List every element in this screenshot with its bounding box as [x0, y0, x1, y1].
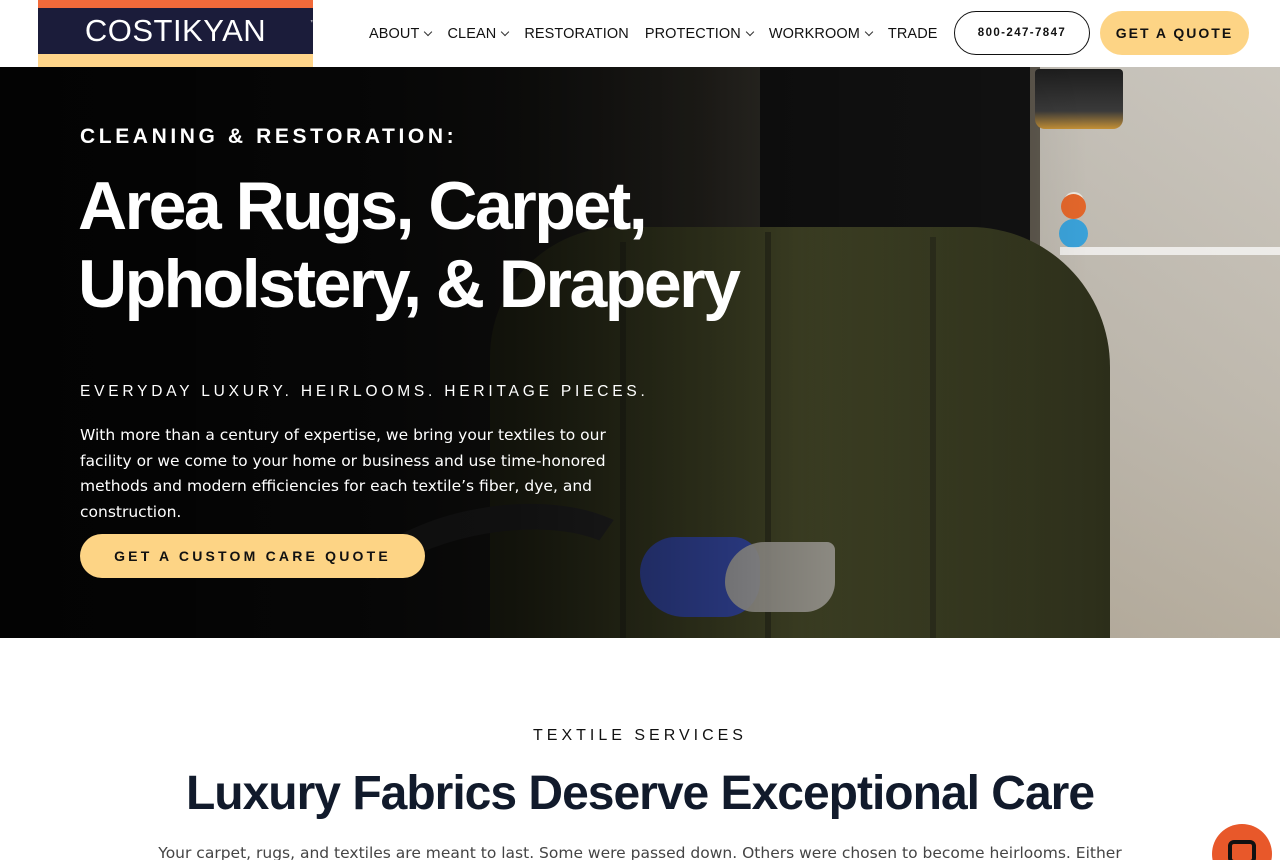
chat-icon: [1228, 840, 1256, 860]
hero-kicker: CLEANING & RESTORATION:: [80, 125, 458, 148]
site-header: COSTIKYAN ™ ABOUT CLEAN RESTORATION PROT…: [0, 0, 1280, 67]
chat-launcher-button[interactable]: [1212, 824, 1272, 860]
hero-description: With more than a century of expertise, w…: [80, 426, 606, 521]
hero-subtitle: EVERYDAY LUXURY. HEIRLOOMS. HERITAGE PIE…: [80, 383, 649, 400]
hero-title-line: Upholstery, & Drapery: [78, 246, 741, 322]
nav-item-label: CLEAN: [447, 25, 497, 42]
chevron-down-icon: [864, 27, 874, 36]
nav-item-label: TRADE: [887, 25, 938, 42]
nav-item-protection[interactable]: PROTECTION: [644, 25, 755, 42]
hero-title-line: Area Rugs, Carpet,: [78, 168, 648, 244]
nav-item-label: PROTECTION: [644, 25, 741, 42]
services-title: Luxury Fabrics Deserve Exceptional Care: [185, 767, 1095, 820]
hero-title: Area Rugs, Carpet, Upholstery, & Drapery: [78, 167, 838, 323]
logo-wordmark: COSTIKYAN: [84, 13, 267, 48]
custom-care-quote-button[interactable]: GET A CUSTOM CARE QUOTE: [80, 534, 425, 578]
phone-button[interactable]: 800-247-7847: [954, 11, 1090, 55]
nav-item-about[interactable]: ABOUT: [369, 25, 433, 42]
nav-item-label: ABOUT: [369, 25, 420, 42]
nav-item-workroom[interactable]: WORKROOM: [768, 25, 874, 42]
chevron-down-icon: [501, 27, 510, 36]
costikyan-logo[interactable]: COSTIKYAN ™: [38, 0, 316, 67]
hero-section: CLEANING & RESTORATION: Area Rugs, Carpe…: [0, 67, 1280, 638]
services-description: Your carpet, rugs, and textiles are mean…: [158, 844, 1122, 860]
chevron-down-icon: [424, 27, 433, 36]
nav-item-clean[interactable]: CLEAN: [447, 25, 510, 42]
nav-item-trade[interactable]: TRADE: [888, 26, 938, 42]
services-kicker: TEXTILE SERVICES: [533, 727, 747, 744]
main-nav: ABOUT CLEAN RESTORATION PROTECTION WORKR…: [369, 0, 954, 67]
get-quote-button[interactable]: GET A QUOTE: [1100, 11, 1249, 55]
nav-item-restoration[interactable]: RESTORATION: [524, 26, 629, 42]
nav-item-label: WORKROOM: [768, 25, 860, 42]
nav-item-label: RESTORATION: [524, 25, 629, 42]
logo-top-stripe: [38, 0, 313, 8]
logo-trademark: ™: [310, 20, 316, 26]
chevron-down-icon: [745, 27, 755, 36]
